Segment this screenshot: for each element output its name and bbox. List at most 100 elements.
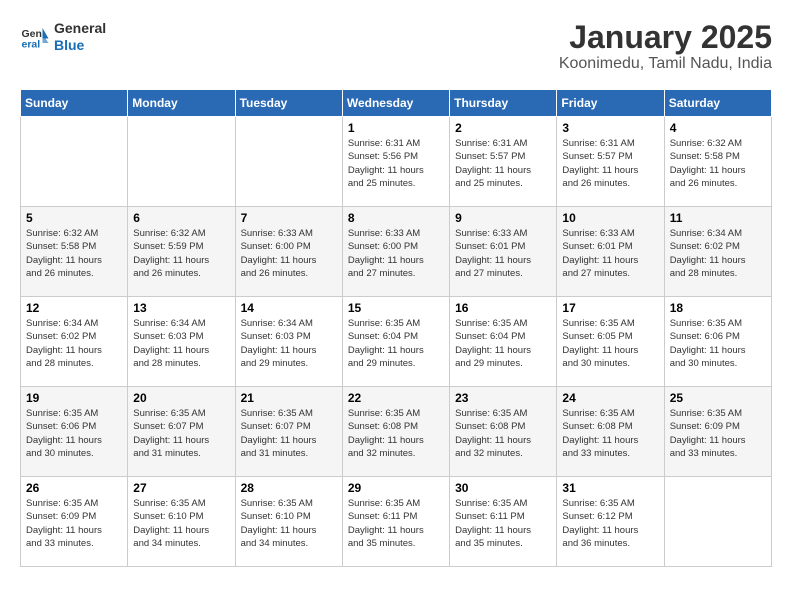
day-info: Sunrise: 6:33 AM Sunset: 6:01 PM Dayligh… <box>562 227 658 280</box>
day-info: Sunrise: 6:31 AM Sunset: 5:56 PM Dayligh… <box>348 137 444 190</box>
weekday-header-sunday: Sunday <box>21 90 128 117</box>
calendar-week-3: 12 Sunrise: 6:34 AM Sunset: 6:02 PM Dayli… <box>21 297 772 387</box>
calendar-cell: 14Sunrise: 6:34 AM Sunset: 6:03 PM Dayli… <box>235 297 342 387</box>
day-number: 28 <box>241 481 337 495</box>
day-number: 18 <box>670 301 766 315</box>
calendar-cell: 16Sunrise: 6:35 AM Sunset: 6:04 PM Dayli… <box>450 297 557 387</box>
day-number: 23 <box>455 391 551 405</box>
day-number: 3 <box>562 121 658 135</box>
calendar-cell: 4 Sunrise: 6:32 AM Sunset: 5:58 PM Daylig… <box>664 117 771 207</box>
logo: Gen eral General Blue <box>20 20 106 54</box>
day-number: 9 <box>455 211 551 225</box>
calendar-cell: 11 Sunrise: 6:34 AM Sunset: 6:02 PM Dayli… <box>664 207 771 297</box>
day-number: 24 <box>562 391 658 405</box>
calendar-cell: 22 Sunrise: 6:35 AM Sunset: 6:08 PM Dayli… <box>342 387 449 477</box>
calendar-cell: 7 Sunrise: 6:33 AM Sunset: 6:00 PM Daylig… <box>235 207 342 297</box>
day-info: Sunrise: 6:34 AM Sunset: 6:03 PM Dayligh… <box>133 317 229 370</box>
day-number: 6 <box>133 211 229 225</box>
weekday-header-thursday: Thursday <box>450 90 557 117</box>
day-info: Sunrise: 6:35 AM Sunset: 6:07 PM Dayligh… <box>241 407 337 460</box>
day-info: Sunrise: 6:35 AM Sunset: 6:08 PM Dayligh… <box>455 407 551 460</box>
day-number: 15 <box>348 301 444 315</box>
calendar-cell: 27 Sunrise: 6:35 AM Sunset: 6:10 PM Dayli… <box>128 477 235 567</box>
title-area: January 2025 Koonimedu, Tamil Nadu, Indi… <box>559 20 772 73</box>
logo-icon: Gen eral <box>20 22 50 52</box>
calendar-cell: 1 Sunrise: 6:31 AM Sunset: 5:56 PM Daylig… <box>342 117 449 207</box>
calendar-cell <box>21 117 128 207</box>
calendar-cell: 15 Sunrise: 6:35 AM Sunset: 6:04 PM Dayli… <box>342 297 449 387</box>
day-number: 20 <box>133 391 229 405</box>
calendar-cell: 31 Sunrise: 6:35 AM Sunset: 6:12 PM Dayli… <box>557 477 664 567</box>
day-info: Sunrise: 6:35 AM Sunset: 6:04 PM Dayligh… <box>348 317 444 370</box>
day-number: 12 <box>26 301 122 315</box>
day-info: Sunrise: 6:34 AM Sunset: 6:03 PM Dayligh… <box>241 317 337 370</box>
day-number: 25 <box>670 391 766 405</box>
day-info: Sunrise: 6:35 AM Sunset: 6:11 PM Dayligh… <box>348 497 444 550</box>
calendar-week-1: 1 Sunrise: 6:31 AM Sunset: 5:56 PM Daylig… <box>21 117 772 207</box>
day-number: 1 <box>348 121 444 135</box>
weekday-header-friday: Friday <box>557 90 664 117</box>
weekday-header-monday: Monday <box>128 90 235 117</box>
day-info: Sunrise: 6:34 AM Sunset: 6:02 PM Dayligh… <box>26 317 122 370</box>
day-info: Sunrise: 6:34 AM Sunset: 6:02 PM Dayligh… <box>670 227 766 280</box>
day-info: Sunrise: 6:35 AM Sunset: 6:08 PM Dayligh… <box>348 407 444 460</box>
day-info: Sunrise: 6:35 AM Sunset: 6:12 PM Dayligh… <box>562 497 658 550</box>
calendar-cell: 12 Sunrise: 6:34 AM Sunset: 6:02 PM Dayli… <box>21 297 128 387</box>
day-info: Sunrise: 6:35 AM Sunset: 6:07 PM Dayligh… <box>133 407 229 460</box>
day-info: Sunrise: 6:35 AM Sunset: 6:10 PM Dayligh… <box>133 497 229 550</box>
calendar-cell <box>235 117 342 207</box>
day-info: Sunrise: 6:31 AM Sunset: 5:57 PM Dayligh… <box>455 137 551 190</box>
calendar-cell: 19Sunrise: 6:35 AM Sunset: 6:06 PM Dayli… <box>21 387 128 477</box>
month-title: January 2025 <box>559 20 772 55</box>
calendar-cell: 29 Sunrise: 6:35 AM Sunset: 6:11 PM Dayli… <box>342 477 449 567</box>
day-number: 31 <box>562 481 658 495</box>
calendar-cell: 6Sunrise: 6:32 AM Sunset: 5:59 PM Daylig… <box>128 207 235 297</box>
calendar-cell <box>128 117 235 207</box>
calendar-cell: 10 Sunrise: 6:33 AM Sunset: 6:01 PM Dayli… <box>557 207 664 297</box>
calendar-cell: 21Sunrise: 6:35 AM Sunset: 6:07 PM Dayli… <box>235 387 342 477</box>
day-number: 4 <box>670 121 766 135</box>
calendar-cell <box>664 477 771 567</box>
calendar-cell: 3Sunrise: 6:31 AM Sunset: 5:57 PM Daylig… <box>557 117 664 207</box>
calendar-cell: 28 Sunrise: 6:35 AM Sunset: 6:10 PM Dayli… <box>235 477 342 567</box>
day-info: Sunrise: 6:35 AM Sunset: 6:04 PM Dayligh… <box>455 317 551 370</box>
day-info: Sunrise: 6:35 AM Sunset: 6:05 PM Dayligh… <box>562 317 658 370</box>
calendar-table: SundayMondayTuesdayWednesdayThursdayFrid… <box>20 89 772 567</box>
calendar-cell: 5 Sunrise: 6:32 AM Sunset: 5:58 PM Daylig… <box>21 207 128 297</box>
svg-text:eral: eral <box>22 38 41 50</box>
day-info: Sunrise: 6:32 AM Sunset: 5:58 PM Dayligh… <box>26 227 122 280</box>
day-number: 10 <box>562 211 658 225</box>
day-info: Sunrise: 6:35 AM Sunset: 6:09 PM Dayligh… <box>26 497 122 550</box>
day-number: 7 <box>241 211 337 225</box>
day-info: Sunrise: 6:35 AM Sunset: 6:10 PM Dayligh… <box>241 497 337 550</box>
calendar-week-2: 5 Sunrise: 6:32 AM Sunset: 5:58 PM Daylig… <box>21 207 772 297</box>
weekday-header-row: SundayMondayTuesdayWednesdayThursdayFrid… <box>21 90 772 117</box>
day-number: 22 <box>348 391 444 405</box>
day-number: 29 <box>348 481 444 495</box>
calendar-cell: 20 Sunrise: 6:35 AM Sunset: 6:07 PM Dayli… <box>128 387 235 477</box>
day-info: Sunrise: 6:35 AM Sunset: 6:11 PM Dayligh… <box>455 497 551 550</box>
location-title: Koonimedu, Tamil Nadu, India <box>559 55 772 73</box>
page-header: Gen eral General Blue January 2025 Kooni… <box>20 20 772 73</box>
calendar-cell: 23 Sunrise: 6:35 AM Sunset: 6:08 PM Dayli… <box>450 387 557 477</box>
calendar-cell: 13Sunrise: 6:34 AM Sunset: 6:03 PM Dayli… <box>128 297 235 387</box>
calendar-cell: 8Sunrise: 6:33 AM Sunset: 6:00 PM Daylig… <box>342 207 449 297</box>
calendar-cell: 18Sunrise: 6:35 AM Sunset: 6:06 PM Dayli… <box>664 297 771 387</box>
day-number: 27 <box>133 481 229 495</box>
calendar-cell: 9 Sunrise: 6:33 AM Sunset: 6:01 PM Daylig… <box>450 207 557 297</box>
day-info: Sunrise: 6:32 AM Sunset: 5:58 PM Dayligh… <box>670 137 766 190</box>
day-number: 5 <box>26 211 122 225</box>
day-number: 30 <box>455 481 551 495</box>
day-number: 11 <box>670 211 766 225</box>
calendar-week-5: 26Sunrise: 6:35 AM Sunset: 6:09 PM Dayli… <box>21 477 772 567</box>
calendar-cell: 24Sunrise: 6:35 AM Sunset: 6:08 PM Dayli… <box>557 387 664 477</box>
weekday-header-saturday: Saturday <box>664 90 771 117</box>
day-info: Sunrise: 6:33 AM Sunset: 6:00 PM Dayligh… <box>241 227 337 280</box>
day-info: Sunrise: 6:35 AM Sunset: 6:06 PM Dayligh… <box>26 407 122 460</box>
day-number: 17 <box>562 301 658 315</box>
calendar-cell: 25Sunrise: 6:35 AM Sunset: 6:09 PM Dayli… <box>664 387 771 477</box>
weekday-header-wednesday: Wednesday <box>342 90 449 117</box>
calendar-cell: 2Sunrise: 6:31 AM Sunset: 5:57 PM Daylig… <box>450 117 557 207</box>
calendar-cell: 26Sunrise: 6:35 AM Sunset: 6:09 PM Dayli… <box>21 477 128 567</box>
day-info: Sunrise: 6:33 AM Sunset: 6:01 PM Dayligh… <box>455 227 551 280</box>
